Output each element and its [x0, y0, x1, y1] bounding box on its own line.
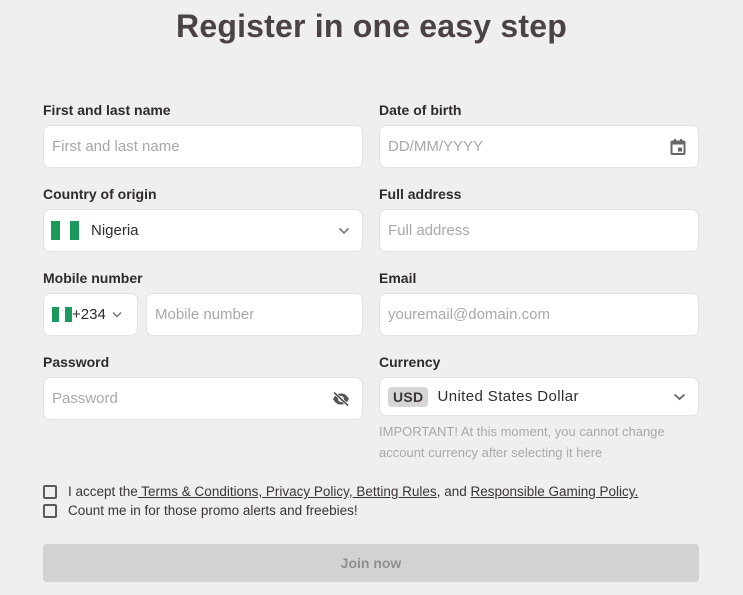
page-title: Register in one easy step: [176, 8, 567, 44]
email-label: Email: [379, 270, 417, 286]
betting-rules-link[interactable]: Betting Rules: [353, 484, 436, 499]
password-placeholder: Password: [52, 390, 118, 407]
responsible-gaming-link[interactable]: Responsible Gaming Policy.: [470, 484, 638, 499]
address-label: Full address: [379, 186, 462, 202]
promo-checkbox[interactable]: [43, 503, 57, 518]
terms-conjunction: , and: [436, 484, 471, 499]
mobile-placeholder: Mobile number: [155, 306, 255, 323]
terms-prefix: I accept the: [68, 484, 138, 499]
email-input[interactable]: youremail@domain.com: [379, 293, 699, 336]
address-field: Full address Full address: [379, 185, 699, 252]
email-field: Email youremail@domain.com: [379, 269, 699, 336]
dob-label: Date of birth: [379, 102, 462, 118]
registration-page: Register in one easy step First and last…: [0, 0, 743, 595]
password-field: Password Password: [43, 353, 363, 420]
consents: I accept the Terms & Conditions, Privacy…: [43, 482, 638, 520]
name-placeholder: First and last name: [52, 138, 180, 155]
country-select[interactable]: Nigeria: [43, 209, 363, 252]
mobile-input[interactable]: Mobile number: [146, 293, 363, 336]
terms-checkbox[interactable]: [43, 484, 57, 499]
mobile-label: Mobile number: [43, 270, 143, 286]
promo-label: Count me in for those promo alerts and f…: [68, 503, 358, 518]
terms-consent: I accept the Terms & Conditions, Privacy…: [43, 482, 638, 501]
password-input[interactable]: Password: [43, 377, 363, 420]
country-value: Nigeria: [91, 222, 139, 239]
nigeria-flag-icon: [52, 307, 73, 322]
join-now-button[interactable]: Join now: [43, 544, 699, 582]
terms-conditions-link[interactable]: Terms & Conditions,: [138, 484, 262, 499]
currency-name: United States Dollar: [437, 388, 579, 405]
country-field: Country of origin Nigeria: [43, 185, 363, 252]
currency-code-badge: USD: [388, 386, 429, 407]
name-label: First and last name: [43, 102, 171, 118]
country-label: Country of origin: [43, 186, 157, 202]
currency-field: Currency USD United States Dollar IMPORT…: [379, 353, 699, 463]
currency-label: Currency: [379, 354, 441, 370]
eye-off-icon[interactable]: [332, 390, 350, 407]
privacy-policy-link[interactable]: Privacy Policy,: [262, 484, 353, 499]
dob-field: Date of birth DD/MM/YYYY: [379, 101, 699, 168]
calendar-icon[interactable]: [670, 138, 686, 155]
password-label: Password: [43, 354, 110, 370]
chevron-down-icon: [673, 393, 686, 401]
phone-code-value: +234: [72, 306, 106, 323]
phone-code-select[interactable]: +234: [43, 293, 138, 336]
promo-consent: Count me in for those promo alerts and f…: [43, 501, 638, 520]
chevron-down-icon: [110, 308, 124, 322]
name-input[interactable]: First and last name: [43, 125, 363, 168]
address-input[interactable]: Full address: [379, 209, 699, 252]
name-field: First and last name First and last name: [43, 101, 363, 168]
nigeria-flag-icon: [51, 221, 79, 240]
mobile-field: Mobile number +234 Mobile number: [43, 269, 363, 336]
currency-note: IMPORTANT! At this moment, you cannot ch…: [379, 424, 665, 460]
chevron-down-icon: [338, 227, 350, 235]
currency-select[interactable]: USD United States Dollar: [379, 377, 699, 416]
email-placeholder: youremail@domain.com: [388, 306, 550, 323]
dob-placeholder: DD/MM/YYYY: [388, 138, 484, 155]
address-placeholder: Full address: [388, 222, 470, 239]
dob-input[interactable]: DD/MM/YYYY: [379, 125, 699, 168]
mobile-row: +234 Mobile number: [43, 293, 363, 336]
